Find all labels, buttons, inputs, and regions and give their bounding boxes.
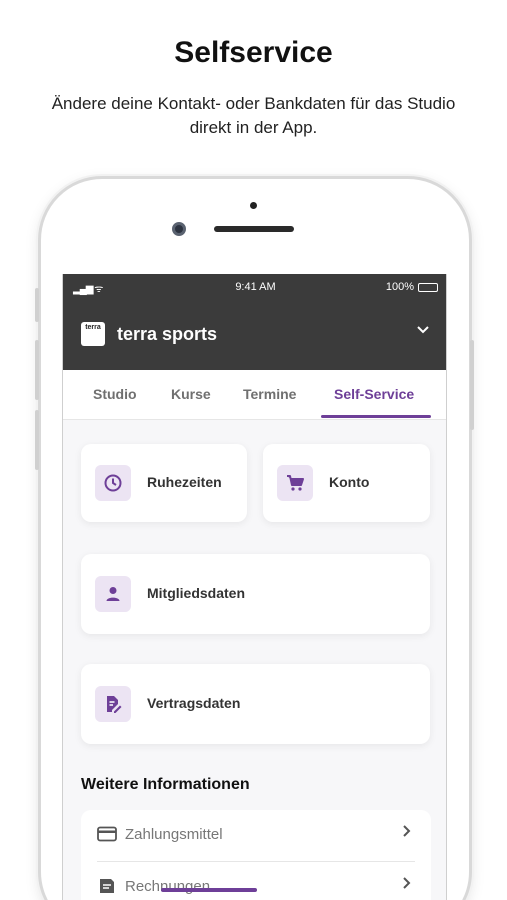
tab-kurse[interactable]: Kurse bbox=[171, 386, 211, 402]
home-indicator bbox=[161, 888, 257, 892]
card-label: Vertragsdaten bbox=[147, 695, 241, 711]
card-label: Ruhezeiten bbox=[147, 474, 222, 490]
app-header: terra terra sports bbox=[63, 300, 446, 370]
clock-icon bbox=[95, 465, 131, 501]
studio-name[interactable]: terra sports bbox=[117, 324, 217, 345]
battery-icon bbox=[418, 282, 438, 292]
tab-self-service[interactable]: Self-Service bbox=[334, 386, 414, 402]
battery-percent: 100% bbox=[385, 281, 414, 293]
receipt-icon bbox=[97, 878, 117, 894]
tab-termine[interactable]: Termine bbox=[243, 386, 296, 402]
chevron-right-icon bbox=[401, 824, 411, 843]
phone-camera bbox=[172, 222, 186, 236]
list-item-zahlungsmittel[interactable]: Zahlungsmittel bbox=[97, 810, 415, 860]
document-edit-icon bbox=[95, 686, 131, 722]
list-item-label: Rechnungen bbox=[125, 878, 211, 895]
phone-speaker bbox=[214, 226, 294, 232]
card-mitgliedsdaten[interactable]: Mitgliedsdaten bbox=[81, 554, 430, 634]
promo-title: Selfservice bbox=[174, 36, 333, 69]
chevron-down-icon[interactable] bbox=[416, 322, 430, 340]
phone-side-button bbox=[35, 288, 39, 322]
battery-status: 100% bbox=[386, 281, 438, 293]
credit-card-icon bbox=[97, 826, 117, 842]
app-screen: ▂▄▆ ᯤ 9:41 AM 100% terra terra sports St… bbox=[62, 274, 447, 900]
card-label: Mitgliedsdaten bbox=[147, 585, 246, 601]
phone-side-button bbox=[35, 410, 39, 470]
chevron-right-icon bbox=[401, 876, 411, 895]
list-item-label: Zahlungsmittel bbox=[125, 826, 223, 843]
cart-icon bbox=[277, 465, 313, 501]
phone-side-button bbox=[35, 340, 39, 400]
info-list: Zahlungsmittel Rechnungen bbox=[81, 810, 431, 900]
list-item-rechnungen[interactable]: Rechnungen bbox=[97, 862, 415, 900]
active-tab-indicator bbox=[321, 415, 431, 418]
card-label: Konto bbox=[329, 474, 370, 490]
promo-subtitle: Ändere deine Kontakt- oder Bankdaten für… bbox=[51, 94, 456, 137]
section-title-weitere-informationen: Weitere Informationen bbox=[81, 776, 250, 793]
card-vertragsdaten[interactable]: Vertragsdaten bbox=[81, 664, 430, 744]
phone-side-button bbox=[470, 340, 474, 430]
status-bar: ▂▄▆ ᯤ 9:41 AM 100% bbox=[63, 274, 446, 300]
tab-bar: Studio Kurse Termine Self-Service bbox=[63, 370, 446, 420]
card-konto[interactable]: Konto bbox=[263, 444, 430, 522]
tab-studio[interactable]: Studio bbox=[93, 386, 137, 402]
phone-sensor bbox=[250, 202, 257, 209]
card-ruhezeiten[interactable]: Ruhezeiten bbox=[81, 444, 247, 522]
studio-logo: terra bbox=[81, 322, 105, 346]
person-icon bbox=[95, 576, 131, 612]
